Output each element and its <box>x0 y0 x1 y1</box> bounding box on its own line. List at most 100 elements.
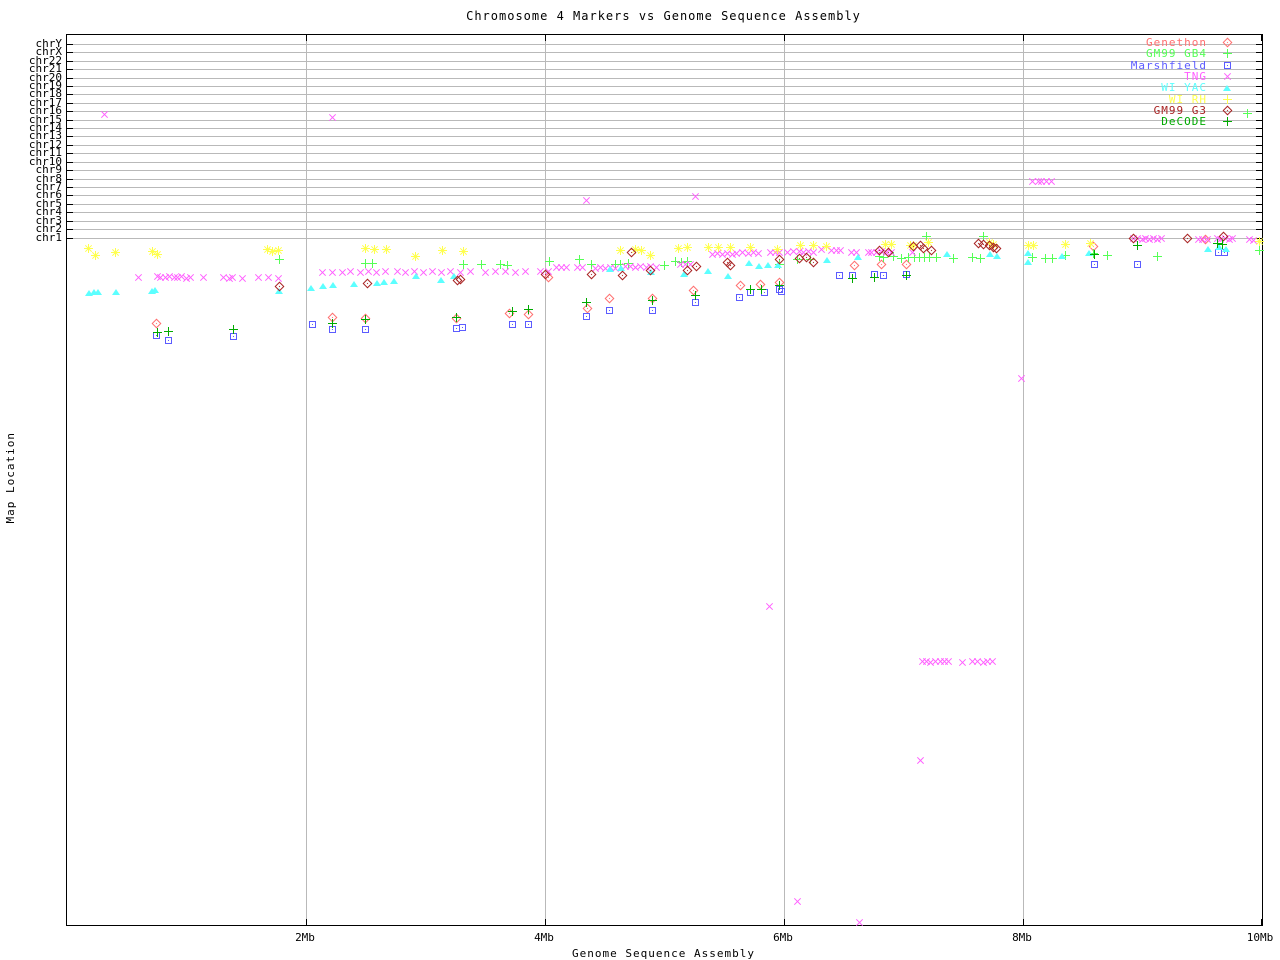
point-decode <box>524 304 534 314</box>
star-cross-arm <box>380 243 393 256</box>
y-tick-right <box>1256 144 1262 146</box>
point-wi-yac <box>1023 258 1032 265</box>
y-tick-right <box>1256 136 1262 138</box>
point-gm99-gb4 <box>976 254 986 264</box>
x-axis-tick-label: 8Mb <box>1012 931 1032 944</box>
point-gm99-gb4 <box>1047 254 1057 264</box>
y-tick-left <box>67 85 73 87</box>
star-cross-arm <box>615 244 628 257</box>
star-cross-arm <box>807 239 820 252</box>
point-wi-yac <box>745 259 754 266</box>
point-decode <box>360 315 370 325</box>
point-wi-rh <box>458 246 468 256</box>
point-wi-yac <box>992 253 1001 260</box>
point-marshfield <box>164 337 172 345</box>
chr-gridline <box>67 170 1262 172</box>
point-wi-rh <box>438 245 448 255</box>
star-cross-arm <box>151 248 164 261</box>
point-wi-yac <box>754 263 763 270</box>
point-wi-yac <box>854 253 863 260</box>
y-tick-right <box>1256 170 1262 172</box>
y-tick-right <box>1256 186 1262 188</box>
point-decode <box>1089 250 1099 260</box>
y-tick-left <box>67 195 73 197</box>
point-wi-rh <box>368 243 381 256</box>
y-tick-right <box>1256 102 1262 104</box>
chr-gridline <box>67 144 1262 146</box>
chr-gridline <box>67 52 1262 54</box>
legend-marker-icon <box>1207 48 1247 59</box>
star-cross-arm <box>409 250 422 263</box>
point-wi-rh <box>1086 239 1096 249</box>
point-gm99-gb4 <box>1102 251 1112 261</box>
plot-area <box>66 34 1266 929</box>
point-tng <box>1015 372 1028 385</box>
y-tick-left <box>67 60 73 62</box>
chr-gridline <box>67 178 1262 180</box>
star-cross-arm <box>725 241 738 254</box>
chr-gridline <box>67 212 1262 214</box>
y-tick-right <box>1256 203 1262 205</box>
point-decode <box>690 290 700 300</box>
point-wi-rh <box>380 243 393 256</box>
mb-gridline <box>545 35 546 925</box>
legend: Genethon GM99 GB4 Marshfield TNG WI YAC WI RH… <box>1131 36 1247 128</box>
point-wi-yac <box>1058 253 1067 260</box>
y-tick-left <box>67 69 73 71</box>
point-decode <box>152 327 162 337</box>
mb-gridline <box>306 35 307 925</box>
star-cross-arm <box>368 243 381 256</box>
y-tick-left <box>67 170 73 172</box>
point-tng <box>854 916 867 929</box>
x-tick-bottom <box>784 919 785 925</box>
point-genethon <box>849 260 859 271</box>
point-wi-yac <box>1204 246 1213 253</box>
y-tick-left <box>67 43 73 45</box>
point-marshfield <box>1133 261 1141 269</box>
point-decode <box>757 284 767 294</box>
point-decode <box>163 326 173 336</box>
chr-gridline <box>67 186 1262 188</box>
point-marshfield <box>836 272 844 280</box>
star-cross-arm <box>89 249 102 262</box>
data-point-marker <box>1221 70 1234 83</box>
legend-marker-icon <box>1207 71 1247 82</box>
y-tick-right <box>1256 220 1262 222</box>
x-tick-bottom <box>1261 919 1262 925</box>
point-wi-rh <box>683 242 693 252</box>
y-tick-left <box>67 220 73 222</box>
y-tick-right <box>1256 43 1262 45</box>
legend-marker-icon <box>1207 105 1247 116</box>
point-wi-yac <box>111 289 120 296</box>
point-wi-rh <box>1028 240 1038 250</box>
point-wi-yac <box>349 280 358 287</box>
point-wi-rh <box>1061 240 1071 250</box>
star-cross-arm <box>820 240 833 253</box>
point-decode <box>848 273 858 283</box>
y-axis-tick-label: chrY <box>35 36 63 50</box>
point-gm99-gb4 <box>1153 251 1163 261</box>
chr-gridline <box>67 195 1262 197</box>
point-wi-rh <box>714 242 724 252</box>
point-wi-rh <box>273 245 283 255</box>
chr-gridline <box>67 94 1262 96</box>
point-marshfield <box>458 323 466 331</box>
point-wi-yac <box>764 262 773 269</box>
x-tick-bottom <box>306 919 307 925</box>
point-decode <box>869 272 879 282</box>
point-decode <box>451 313 461 323</box>
point-wi-rh <box>807 239 820 252</box>
point-wi-rh <box>89 249 102 262</box>
star-cross-arm <box>1253 235 1266 248</box>
point-decode <box>775 281 785 291</box>
x-axis-tick-label: 6Mb <box>773 931 793 944</box>
y-tick-right <box>1256 229 1262 231</box>
x-axis-tick-label: 10Mb <box>1246 931 1274 944</box>
x-tick-top <box>545 35 546 41</box>
point-wi-yac <box>390 278 399 285</box>
chr-gridline <box>67 220 1262 222</box>
chart-title: Chromosome 4 Markers vs Genome Sequence … <box>466 9 861 23</box>
y-tick-right <box>1256 69 1262 71</box>
point-wi-rh <box>820 240 833 253</box>
point-gm99-g3 <box>362 278 373 289</box>
